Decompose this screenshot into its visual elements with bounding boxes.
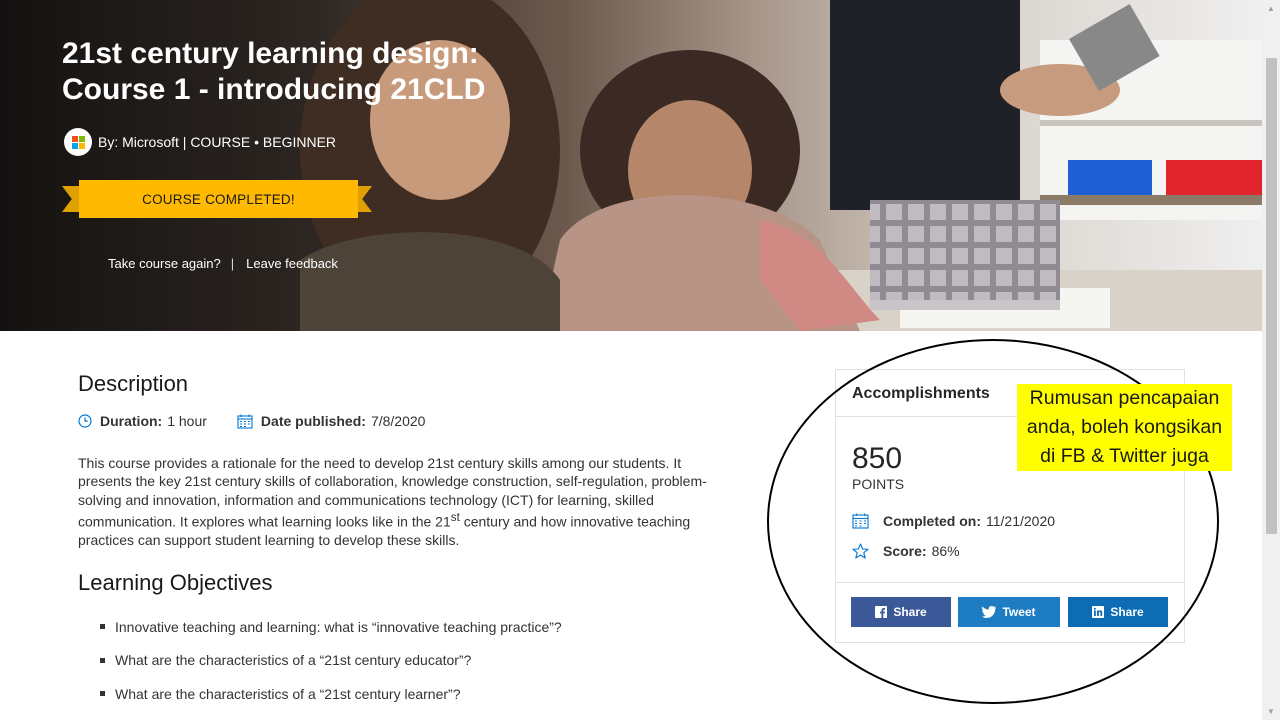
date-published: Date published: 7/8/2020 [237,413,426,429]
clock-icon [78,414,92,428]
points-value: 850 [852,442,903,475]
share-linkedin-button[interactable]: Share [1068,597,1168,627]
take-course-again-link[interactable]: Take course again? [108,256,221,271]
course-meta: Duration: 1 hour Date published: 7/8/202… [78,413,455,429]
tweet-label: Tweet [1002,605,1036,619]
star-icon [852,543,869,559]
points-label: POINTS [852,476,905,492]
duration: Duration: 1 hour [78,413,207,429]
list-item: What are the characteristics of a “21st … [100,644,562,678]
hero-banner: 21st century learning design: Course 1 -… [0,0,1262,331]
course-title: 21st century learning design: Course 1 -… [62,36,522,108]
leave-feedback-link[interactable]: Leave feedback [246,256,338,271]
calendar-icon [852,513,869,529]
learning-objectives-heading: Learning Objectives [78,570,273,595]
hero-links: Take course again? | Leave feedback [108,256,338,271]
banner-label: COURSE COMPLETED! [79,180,358,218]
duration-label: Duration: [100,413,163,429]
share-facebook-button[interactable]: Share [851,597,951,627]
facebook-icon [875,606,888,618]
microsoft-logo-icon [64,128,92,156]
share-linkedin-label: Share [1110,605,1144,619]
score-value: 86% [931,543,960,559]
description-text-superscript: st [450,510,460,524]
published-value: 7/8/2020 [370,413,426,429]
duration-value: 1 hour [167,413,207,429]
course-completed-banner: COURSE COMPLETED! [62,180,372,218]
tweet-button[interactable]: Tweet [958,597,1060,627]
twitter-icon [982,606,997,618]
vertical-scrollbar[interactable]: ▲ ▼ [1262,0,1280,720]
completed-value: 11/21/2020 [986,513,1056,529]
link-separator: | [230,256,235,271]
description-heading: Description [78,371,189,396]
completed-on: Completed on: 11/21/2020 [852,513,1055,529]
course-title-line-2: Course 1 - introducing 21CLD [62,73,486,106]
completed-label: Completed on: [883,513,981,529]
published-label: Date published: [260,413,366,429]
annotation-note: Rumusan pencapaian anda, boleh kongsikan… [1017,384,1232,471]
list-item: What are the characteristics of a “21st … [100,677,562,711]
share-facebook-label: Share [893,605,927,619]
score-label: Score: [883,543,927,559]
course-byline: By: Microsoft | COURSE • BEGINNER [64,128,336,156]
scrollbar-thumb[interactable] [1266,58,1277,534]
description-text: This course provides a rationale for the… [78,454,708,549]
course-title-line-1: 21st century learning design: [62,37,479,70]
byline-text: By: Microsoft | COURSE • BEGINNER [98,134,337,150]
scroll-down-arrow-icon[interactable]: ▼ [1262,703,1280,720]
learning-objectives-list: Innovative teaching and learning: what i… [100,610,562,711]
score: Score: 86% [852,543,960,559]
calendar-icon [237,414,253,429]
card-divider [836,582,1184,583]
linkedin-icon [1092,606,1105,618]
scroll-up-arrow-icon[interactable]: ▲ [1262,0,1280,17]
list-item: Innovative teaching and learning: what i… [100,610,562,644]
